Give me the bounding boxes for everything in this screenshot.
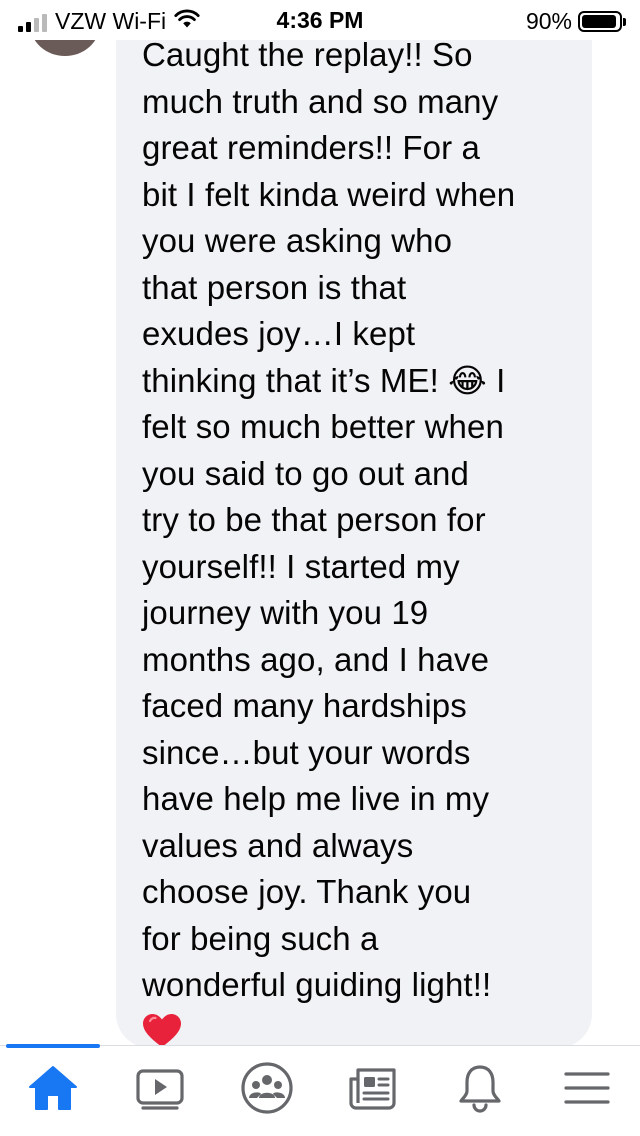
tab-menu[interactable] [534, 1043, 640, 1133]
tab-news[interactable] [320, 1043, 426, 1133]
notifications-bell-icon [457, 1063, 503, 1113]
groups-icon [240, 1061, 294, 1115]
comment-bubble: Caught the replay!! So much truth and so… [116, 0, 592, 1048]
tab-home[interactable] [0, 1043, 106, 1133]
active-tab-indicator [6, 1044, 100, 1048]
tab-watch[interactable] [107, 1043, 213, 1133]
tab-notifications[interactable] [427, 1043, 533, 1133]
battery-icon [578, 11, 626, 32]
home-icon [28, 1065, 78, 1111]
news-feed-icon [348, 1065, 398, 1111]
tab-groups[interactable] [214, 1043, 320, 1133]
bottom-tab-bar [0, 1043, 640, 1136]
battery-percent: 90% [525, 8, 572, 34]
menu-icon [563, 1068, 611, 1108]
comment-text: Caught the replay!! So much truth and so… [142, 36, 516, 1003]
status-bar: VZW Wi-Fi 4:36 PM 90% [0, 0, 640, 40]
facebook-comment-screen: Caught the replay!! So much truth and so… [0, 0, 640, 1136]
watch-video-icon [135, 1065, 185, 1111]
